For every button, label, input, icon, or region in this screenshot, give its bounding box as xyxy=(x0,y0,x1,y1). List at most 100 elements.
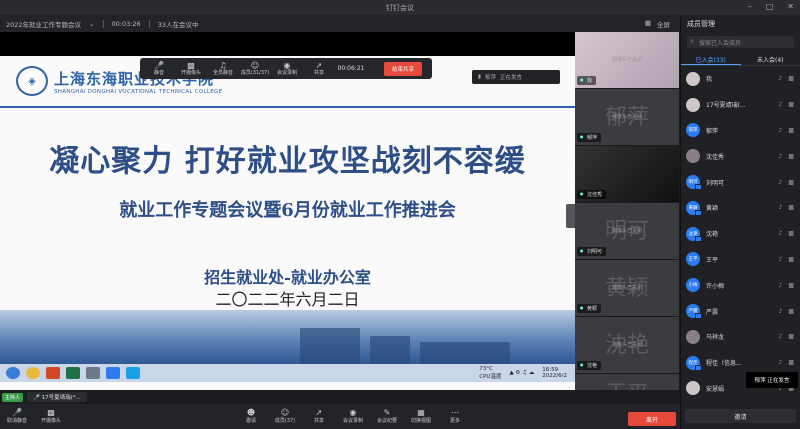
slide-subtitle: 就业工作专题会议暨6月份就业工作推进会 xyxy=(119,200,456,221)
video-tile[interactable]: 沈佳秀 xyxy=(575,146,679,203)
grid-icon[interactable]: ▦ xyxy=(645,19,651,29)
avatar: 沈艳 xyxy=(686,226,702,242)
member-row[interactable]: 王平 王平 ♪ ▩ xyxy=(681,247,800,273)
video-tile[interactable]: 摄像头已关闭 我 xyxy=(575,32,679,89)
presenter-name[interactable]: 🎤 17号夏靖瑞(*... xyxy=(27,392,87,402)
camera-icon[interactable]: ▩ xyxy=(788,333,794,340)
member-row[interactable]: 沈艳 沈艳 ♪ ▩ xyxy=(681,221,800,247)
members-toolbar-button[interactable]: ☺ 成员(37) xyxy=(268,408,302,425)
camera-off-label: 摄像头已关闭 xyxy=(611,285,642,291)
record-button[interactable]: ◉ 会议录制 xyxy=(272,61,302,77)
camera-icon[interactable]: ▩ xyxy=(788,179,794,186)
meeting-name[interactable]: 2022年就业工作专题会议 xyxy=(6,19,81,29)
camera-icon[interactable]: ▩ xyxy=(788,230,794,237)
collapse-handle[interactable] xyxy=(566,204,575,228)
tray-icons: ▲ ⚙ ♫ ☁ xyxy=(509,370,535,376)
avatar xyxy=(686,329,700,344)
camera-icon[interactable]: ▩ xyxy=(788,282,794,289)
camera-icon[interactable]: ▩ xyxy=(788,256,794,263)
camera-off-label: 摄像头已关闭 xyxy=(611,342,642,348)
member-row[interactable]: 马祥龙 ♪ ▩ xyxy=(681,324,800,350)
active-speaker-indicator[interactable]: ▮ 郁萍 正在发言 xyxy=(472,70,560,84)
microphone-icon[interactable]: ♪ xyxy=(778,204,782,211)
camera-button[interactable]: ▩ 开摄像头 xyxy=(34,408,68,425)
invite-button[interactable]: 邀请 xyxy=(685,409,796,423)
window-title: 钉钉会议 xyxy=(386,4,414,12)
member-search-input[interactable]: 搜索已入会成员 xyxy=(687,36,794,48)
microphone-icon[interactable]: ♪ xyxy=(778,308,782,315)
camera-off-label: 摄像头已关闭 xyxy=(611,114,642,120)
window-controls: – □ ✕ xyxy=(748,2,794,11)
microphone-icon[interactable]: ♪ xyxy=(778,153,782,160)
unmute-button[interactable]: 🎤 取消静音 xyxy=(0,408,34,425)
leave-button[interactable]: 离开 xyxy=(628,412,676,426)
active-speaker-status: 正在发言 xyxy=(500,75,523,81)
member-row[interactable]: 我 ♪ ▩ xyxy=(681,66,800,92)
camera-icon[interactable]: ▩ xyxy=(788,153,794,160)
member-controls: ♪ ▩ xyxy=(778,282,794,289)
record-toolbar-button[interactable]: ◉ 会议录制 xyxy=(336,408,370,425)
microphone-icon[interactable]: ♪ xyxy=(778,127,782,134)
camera-icon[interactable]: ▩ xyxy=(788,127,794,134)
member-row[interactable]: 黄颖 黄颖 ♪ ▩ xyxy=(681,195,800,221)
member-row[interactable]: 郁萍 郁萍 ♪ ▩ xyxy=(681,118,800,144)
camera-icon[interactable]: ▩ xyxy=(788,101,794,108)
microphone-icon[interactable]: ♪ xyxy=(778,101,782,108)
camera-icon[interactable]: ▩ xyxy=(788,204,794,211)
slide-divider xyxy=(0,106,575,108)
more-button[interactable]: ⋯ 更多 xyxy=(438,408,472,425)
mute-all-icon: ♫ xyxy=(219,60,227,70)
video-tile[interactable]: 沈艳 摄像头已关闭 沈艳 xyxy=(575,317,679,374)
camera-button[interactable]: ▩ 开摄像头 xyxy=(176,61,206,77)
microphone-icon[interactable]: ♪ xyxy=(778,359,782,366)
video-tile-name: 我 xyxy=(577,76,597,85)
excel-icon xyxy=(66,367,80,379)
microphone-icon: 🎤 xyxy=(154,60,164,70)
switch-view-button[interactable]: ▦ 切换视图 xyxy=(404,408,438,425)
camera-icon[interactable]: ▩ xyxy=(788,75,794,82)
microphone-icon[interactable]: ♪ xyxy=(778,230,782,237)
video-tile[interactable]: 郁萍 摄像头已关闭 郁萍 xyxy=(575,89,679,146)
camera-icon[interactable]: ▩ xyxy=(788,359,794,366)
member-name: 黄颖 xyxy=(706,205,719,213)
invite-toolbar-button[interactable]: ☻ 邀请 xyxy=(234,408,268,425)
fullscreen-button[interactable]: 全屏 xyxy=(657,19,670,29)
divider xyxy=(102,19,104,28)
chevron-down-icon[interactable]: ⌄ xyxy=(89,20,94,28)
system-tray: 73°C CPU温度 ▲ ⚙ ♫ ☁ 16:59 2022/6/2 xyxy=(479,366,567,380)
close-icon[interactable]: ✕ xyxy=(787,2,794,11)
meeting-duration: 00:03:26 xyxy=(111,19,141,28)
active-speaker-name: 郁萍 xyxy=(485,75,497,81)
members-button[interactable]: ☺ 成员(31/37) xyxy=(240,61,270,77)
microphone-icon[interactable]: ♪ xyxy=(778,179,782,186)
mute-button[interactable]: 🎤 静音 xyxy=(144,61,174,77)
divider xyxy=(148,19,150,28)
share-button[interactable]: ➚ 共享 xyxy=(304,61,334,77)
microphone-icon[interactable]: ♪ xyxy=(778,282,782,289)
panel-title: 成员管理 xyxy=(687,20,715,28)
member-row[interactable]: 小梅 许小梅 ♪ ▩ xyxy=(681,272,800,298)
microphone-icon[interactable]: ♪ xyxy=(778,256,782,263)
meeting-icon xyxy=(126,367,140,379)
building-shape xyxy=(370,336,410,364)
member-row[interactable]: 明可 刘明可 ♪ ▩ xyxy=(681,169,800,195)
campus-photo xyxy=(0,310,575,364)
tab-not-joined[interactable]: 未入会(4) xyxy=(741,52,800,65)
member-row[interactable]: 沈佳秀 ♪ ▩ xyxy=(681,143,800,169)
tab-joined[interactable]: 已入会(33) xyxy=(681,52,741,65)
microphone-icon[interactable]: ♪ xyxy=(778,75,782,82)
video-tile[interactable]: 明可 摄像头已关闭 刘明可 xyxy=(575,203,679,260)
stop-share-button[interactable]: 结束共享 xyxy=(384,61,423,76)
member-row[interactable]: 严震 严震 ♪ ▩ xyxy=(681,298,800,324)
maximize-icon[interactable]: □ xyxy=(766,2,774,11)
member-row[interactable]: 17号夏靖瑞(... ♪ ▩ xyxy=(681,92,800,118)
audio-bars-icon: ▮ xyxy=(478,74,482,80)
share-toolbar-button[interactable]: ➚ 共享 xyxy=(302,408,336,425)
minutes-toolbar-button[interactable]: ✎ 会议纪要 xyxy=(370,408,404,425)
member-controls: ♪ ▩ xyxy=(778,75,794,82)
microphone-icon[interactable]: ♪ xyxy=(778,333,782,340)
video-tile[interactable]: 黄颖 摄像头已关闭 黄颖 xyxy=(575,260,679,317)
mute-all-button[interactable]: ♫ 全员静音 xyxy=(208,61,238,77)
minimize-icon[interactable]: – xyxy=(748,2,752,11)
camera-icon[interactable]: ▩ xyxy=(788,308,794,315)
